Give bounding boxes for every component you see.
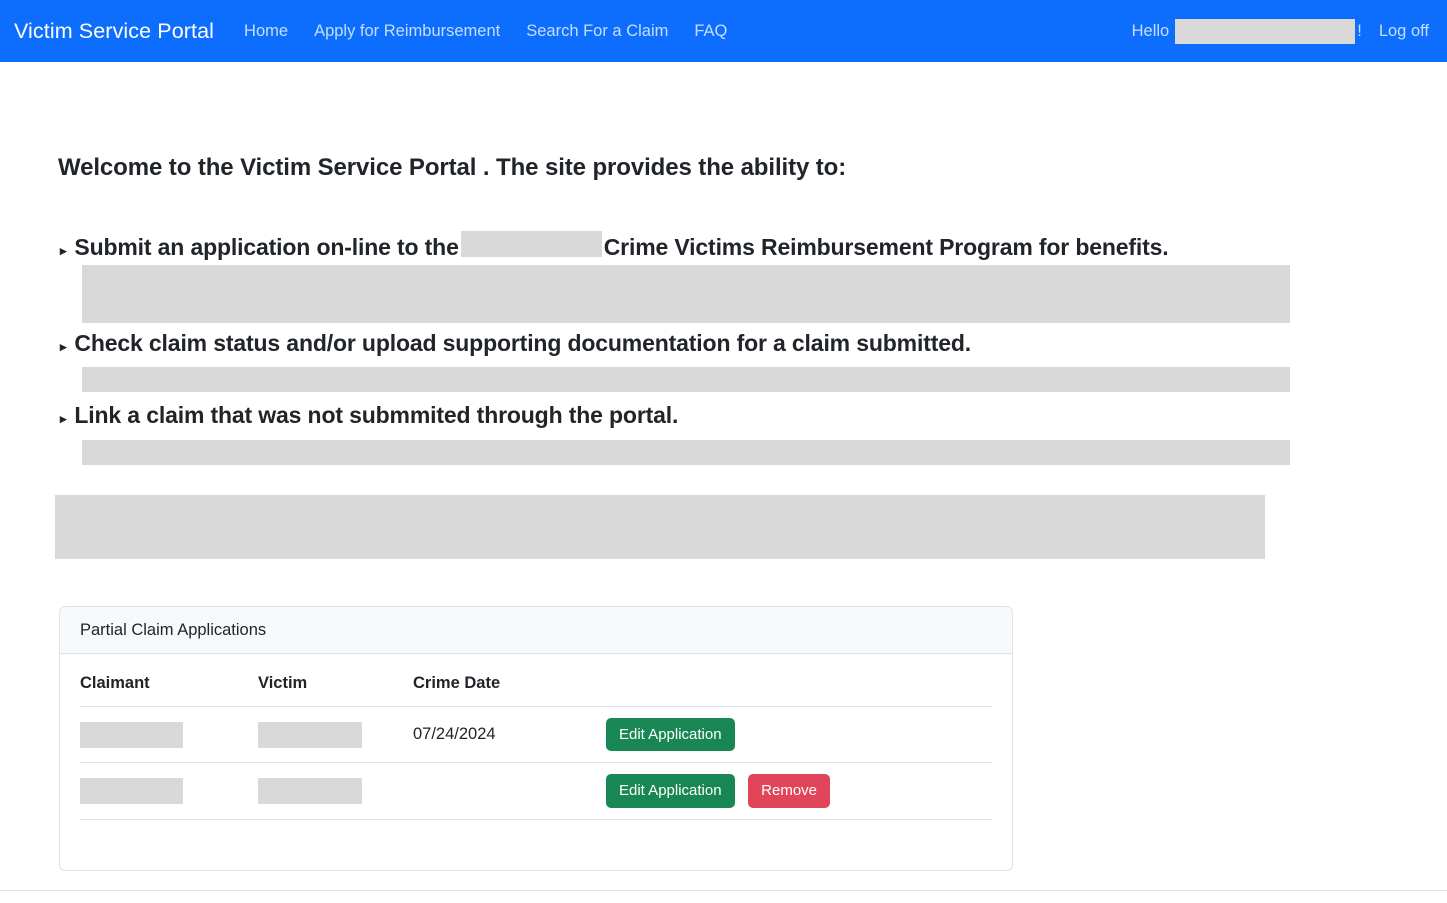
bullet-text: Link a claim that was not submmited thro… <box>74 402 679 428</box>
cell-claimant <box>80 762 258 820</box>
cell-victim <box>258 706 413 764</box>
cell-crime-date <box>413 762 606 820</box>
triangle-bullet-icon: ▸ <box>60 243 67 258</box>
remove-button[interactable]: Remove <box>748 774 831 808</box>
table-row: 07/24/2024 Edit Application <box>80 706 992 764</box>
redacted-claimant-name <box>80 721 183 748</box>
cell-crime-date: 07/24/2024 <box>413 706 606 764</box>
page-title: Welcome to the Victim Service Portal . T… <box>58 154 847 181</box>
bullet-text-after: Crime Victims Reimbursement Program for … <box>603 234 1169 260</box>
nav-item-home[interactable]: Home <box>244 22 288 41</box>
nav-item-search[interactable]: Search For a Claim <box>526 22 668 41</box>
bullet-text-before: Submit an application on-line to the <box>74 234 459 260</box>
feature-bullet-submit-application: ▸ Submit an application on-line to the C… <box>60 229 1169 261</box>
column-header-victim: Victim <box>258 670 413 707</box>
redacted-block-notice <box>55 495 1265 559</box>
redacted-victim-name <box>258 777 362 804</box>
main-content: Welcome to the Victim Service Portal . T… <box>0 62 1447 891</box>
nav-user-area: Hello ! Log off <box>1132 0 1429 62</box>
redacted-username <box>1175 18 1356 44</box>
greeting-suffix: ! <box>1357 21 1362 40</box>
table-row: Edit Application Remove <box>80 762 992 820</box>
card-header-title: Partial Claim Applications <box>60 607 1012 654</box>
partial-claims-table: Claimant Victim Crime Date 07/24/2024 Ed… <box>80 670 992 820</box>
page-footer: Powered by ClaimsAssistant™ © 2024 Bondi… <box>0 890 1447 903</box>
log-off-link[interactable]: Log off <box>1379 22 1429 41</box>
cell-actions: Edit Application <box>606 706 992 764</box>
card-body: Claimant Victim Crime Date 07/24/2024 Ed… <box>60 654 1012 820</box>
cell-claimant <box>80 706 258 764</box>
triangle-bullet-icon: ▸ <box>60 411 67 426</box>
greeting-prefix: Hello <box>1131 21 1170 40</box>
edit-application-button[interactable]: Edit Application <box>606 774 735 808</box>
redacted-state-name <box>460 231 602 257</box>
nav-item-apply[interactable]: Apply for Reimbursement <box>314 22 500 41</box>
column-header-actions <box>606 670 992 707</box>
edit-application-button[interactable]: Edit Application <box>606 718 735 752</box>
cell-actions: Edit Application Remove <box>606 762 992 820</box>
redacted-block-under-bullet-3 <box>82 440 1290 465</box>
primary-nav: Home Apply for Reimbursement Search For … <box>244 22 727 41</box>
redacted-block-under-bullet-2 <box>82 367 1290 392</box>
feature-bullet-check-status: ▸ Check claim status and/or upload suppo… <box>60 330 971 357</box>
nav-item-faq[interactable]: FAQ <box>694 22 727 41</box>
redacted-block-under-bullet-1 <box>82 265 1290 323</box>
table-head: Claimant Victim Crime Date <box>80 670 992 707</box>
feature-bullet-link-claim: ▸ Link a claim that was not submmited th… <box>60 402 678 429</box>
partial-claim-applications-card: Partial Claim Applications Claimant Vict… <box>59 606 1013 871</box>
redacted-victim-name <box>258 721 362 748</box>
brand-logo-link[interactable]: Victim Service Portal <box>14 19 214 44</box>
triangle-bullet-icon: ▸ <box>60 339 67 354</box>
table-header-row: Claimant Victim Crime Date <box>80 670 992 707</box>
column-header-claimant: Claimant <box>80 670 258 707</box>
cell-victim <box>258 762 413 820</box>
bullet-text: Check claim status and/or upload support… <box>74 330 972 356</box>
redacted-claimant-name <box>80 777 183 804</box>
top-navbar: Victim Service Portal Home Apply for Rei… <box>0 0 1447 62</box>
table-body: 07/24/2024 Edit Application Edit Applica… <box>80 706 992 820</box>
column-header-crime-date: Crime Date <box>413 670 606 707</box>
